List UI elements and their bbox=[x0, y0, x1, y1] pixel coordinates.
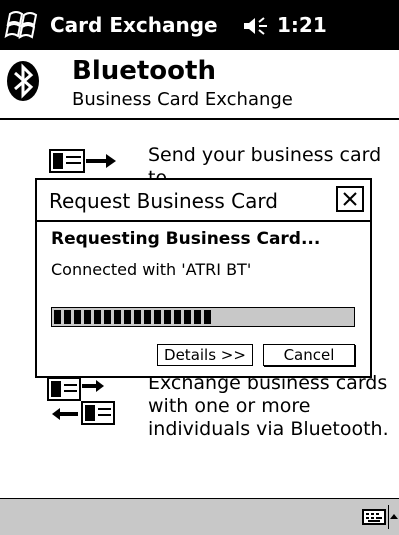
progress-segment bbox=[144, 310, 151, 324]
header-divider bbox=[0, 118, 399, 120]
dialog-titlebar: Request Business Card bbox=[37, 180, 370, 222]
up-arrow-icon[interactable] bbox=[388, 505, 399, 529]
progress-segment bbox=[164, 310, 171, 324]
progress-segment bbox=[84, 310, 91, 324]
exchange-cards-icon[interactable] bbox=[46, 376, 122, 428]
bluetooth-icon bbox=[6, 60, 40, 102]
windows-flag-icon[interactable] bbox=[4, 8, 42, 42]
dialog-title: Request Business Card bbox=[49, 189, 278, 213]
connection-status: Connected with 'ATRI BT' bbox=[51, 260, 252, 279]
progress-segment bbox=[74, 310, 81, 324]
dialog-heading: Requesting Business Card... bbox=[51, 229, 321, 249]
page-subtitle: Business Card Exchange bbox=[72, 89, 293, 110]
progress-segment bbox=[204, 310, 211, 324]
details-button[interactable]: Details >> bbox=[157, 344, 253, 366]
exchange-cards-option[interactable]: Exchange business cards with one or more… bbox=[148, 372, 389, 441]
progress-segment bbox=[94, 310, 101, 324]
progress-segment bbox=[184, 310, 191, 324]
close-icon bbox=[343, 192, 357, 206]
close-button[interactable] bbox=[336, 186, 364, 212]
progress-segment bbox=[194, 310, 201, 324]
progress-segment bbox=[174, 310, 181, 324]
progress-segment bbox=[154, 310, 161, 324]
progress-fill bbox=[54, 310, 211, 324]
page-title: Bluetooth bbox=[72, 56, 216, 86]
speaker-icon[interactable] bbox=[242, 15, 272, 37]
request-card-dialog: Request Business Card Requesting Busines… bbox=[35, 178, 372, 378]
progress-segment bbox=[54, 310, 61, 324]
cancel-button[interactable]: Cancel bbox=[263, 344, 355, 366]
app-title: Card Exchange bbox=[50, 13, 218, 37]
progress-bar bbox=[51, 307, 355, 327]
progress-segment bbox=[134, 310, 141, 324]
keyboard-icon[interactable] bbox=[362, 509, 386, 525]
title-bar: Card Exchange 1:21 bbox=[0, 0, 399, 50]
progress-segment bbox=[124, 310, 131, 324]
screen: Card Exchange 1:21 Bluetooth Business Ca… bbox=[0, 0, 399, 535]
menu-bar bbox=[0, 498, 399, 535]
progress-segment bbox=[64, 310, 71, 324]
progress-segment bbox=[114, 310, 121, 324]
progress-segment bbox=[104, 310, 111, 324]
clock[interactable]: 1:21 bbox=[277, 13, 327, 37]
